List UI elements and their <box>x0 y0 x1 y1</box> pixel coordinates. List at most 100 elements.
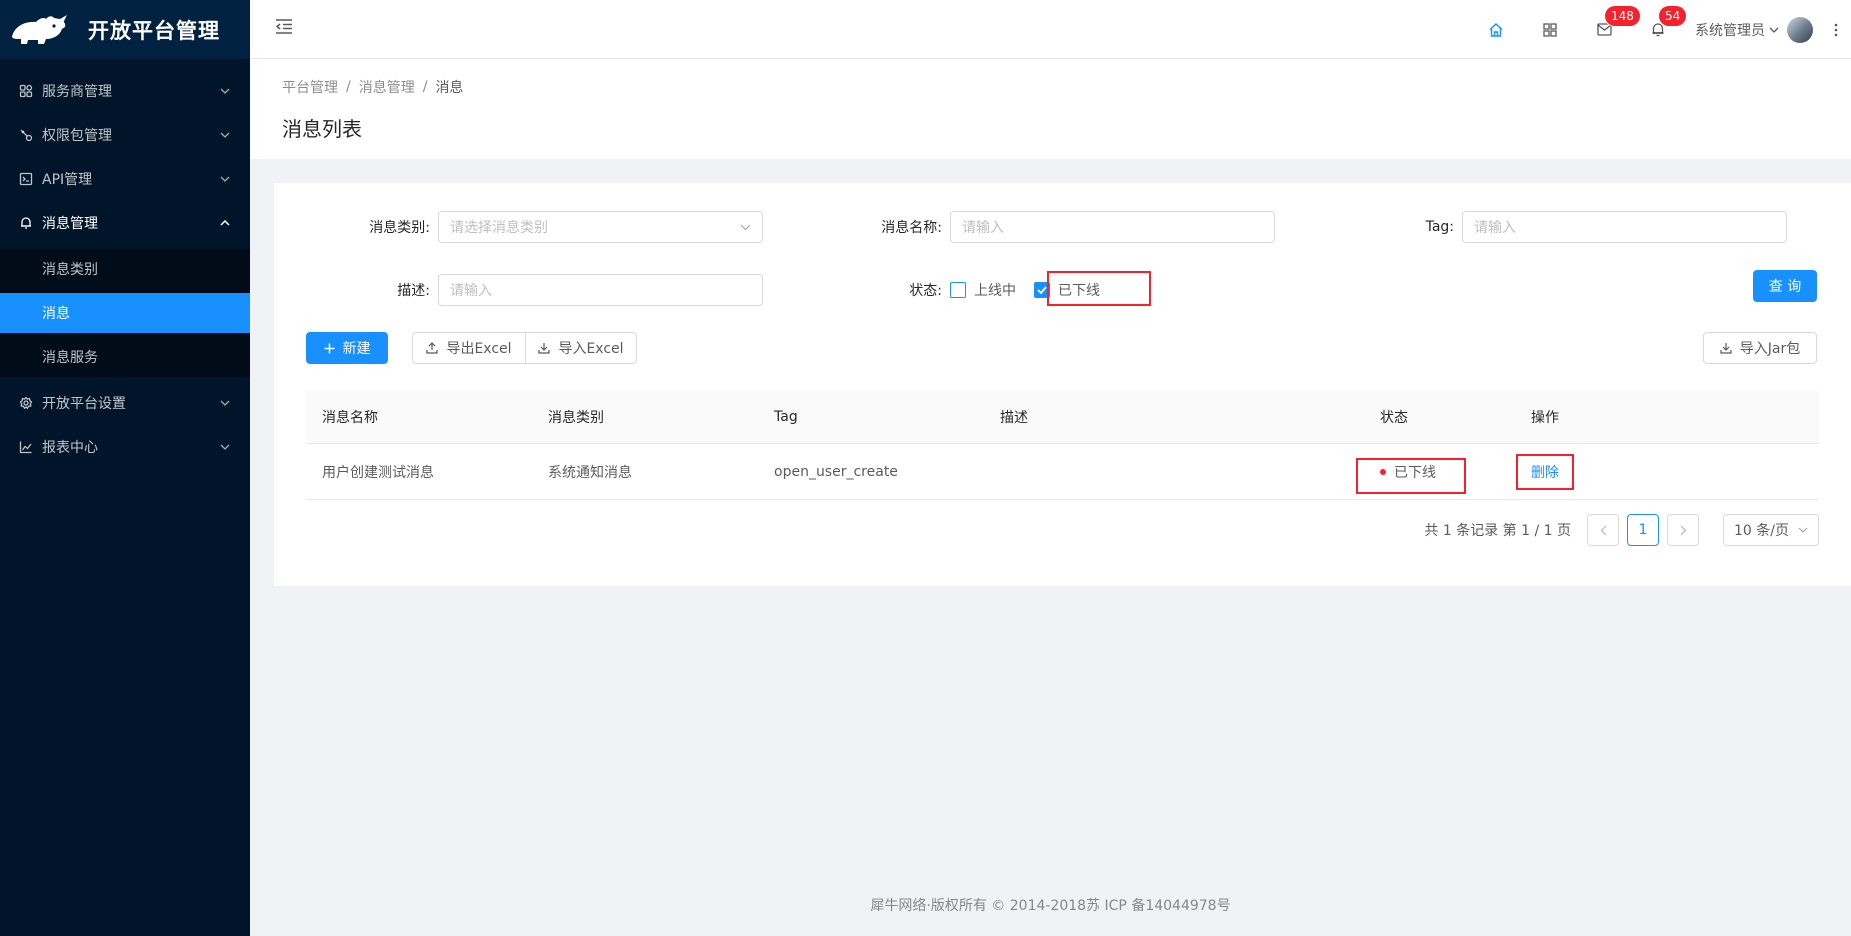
breadcrumb-item[interactable]: 平台管理 <box>282 77 338 97</box>
page-size-select[interactable]: 10 条/页 <box>1723 514 1819 546</box>
column-header: 描述 <box>1000 409 1028 426</box>
sidebar-item-message-service[interactable]: 消息服务 <box>0 337 250 377</box>
toolbar-left: 新建 导出Excel 导入Excel <box>306 332 637 364</box>
sidebar-item-partners[interactable]: 服务商管理 <box>0 69 250 113</box>
chevron-down-icon <box>220 174 230 184</box>
message-table: 消息名称 消息类别 Tag 描述 状态 操作 用户创建测试消息 系统通知消息 o… <box>306 390 1819 500</box>
chevron-down-icon <box>740 224 751 231</box>
category-select[interactable]: 请选择消息类别 <box>438 211 763 243</box>
status-label: 状态: <box>909 283 942 299</box>
chart-icon <box>18 439 34 455</box>
sidebar-item-label: 服务商管理 <box>42 84 112 100</box>
chevron-right-icon <box>1680 525 1686 535</box>
column-header: Tag <box>774 408 798 425</box>
sidebar-item-label: API管理 <box>42 172 93 188</box>
page-title: 消息列表 <box>282 117 362 141</box>
mail-icon <box>1596 23 1612 36</box>
sidebar-item-settings[interactable]: 开放平台设置 <box>0 381 250 425</box>
api-icon <box>18 171 34 187</box>
breadcrumb: 平台管理 / 消息管理 / 消息 <box>282 77 1819 97</box>
column-header: 操作 <box>1531 409 1559 426</box>
pagination: 共 1 条记录 第 1 / 1 页 1 10 条/页 <box>1424 514 1819 546</box>
notification-button[interactable]: 54 <box>1631 0 1687 59</box>
gear-icon <box>18 395 34 411</box>
pagination-total: 共 1 条记录 第 1 / 1 页 <box>1424 523 1571 539</box>
page-number[interactable]: 1 <box>1627 514 1659 546</box>
avatar[interactable] <box>1787 16 1813 43</box>
home-icon[interactable] <box>1469 0 1523 59</box>
sidebar-menu: 服务商管理 权限包管理 API管理 消息管理 消息类别 消息 消息服务 开放平台… <box>0 69 250 469</box>
menu-fold-icon[interactable] <box>274 16 294 36</box>
sidebar-item-message[interactable]: 消息 <box>0 293 250 333</box>
chevron-down-icon <box>220 86 230 96</box>
import-jar-button[interactable]: 导入Jar包 <box>1703 332 1817 364</box>
sidebar-item-permissions[interactable]: 权限包管理 <box>0 113 250 157</box>
header-actions: 148 54 系统管理员 <box>1469 0 1851 59</box>
sidebar-item-label: 消息管理 <box>42 216 98 232</box>
sidebar-item-message-category[interactable]: 消息类别 <box>0 249 250 289</box>
chevron-down-icon <box>220 130 230 140</box>
sidebar-item-messages[interactable]: 消息管理 <box>0 201 250 245</box>
mail-button[interactable]: 148 <box>1577 0 1640 59</box>
cell-category: 系统通知消息 <box>548 464 632 481</box>
query-row: 查 询 <box>1753 270 1817 302</box>
footer-copyright: 犀牛网络·版权所有 © 2014-2018苏 ICP 备14044978号 <box>870 898 1231 914</box>
download-icon <box>538 342 551 354</box>
next-page-button[interactable] <box>1667 514 1699 546</box>
tag-input[interactable]: 请输入 <box>1462 211 1787 243</box>
sidebar-item-label: 开放平台设置 <box>42 396 126 412</box>
category-placeholder: 请选择消息类别 <box>450 220 548 236</box>
top-header: 148 54 系统管理员 <box>250 0 1851 59</box>
breadcrumb-separator: / <box>422 79 428 95</box>
tag-label: Tag: <box>1425 219 1454 235</box>
export-excel-label: 导出Excel <box>446 341 512 357</box>
column-header: 消息名称 <box>322 409 378 426</box>
chevron-left-icon <box>1600 525 1606 535</box>
rhino-logo-icon <box>10 13 68 47</box>
page-header: 平台管理 / 消息管理 / 消息 消息列表 <box>250 59 1851 159</box>
desc-input[interactable]: 请输入 <box>438 274 763 306</box>
user-menu[interactable]: 系统管理员 <box>1695 16 1813 43</box>
column-header: 消息类别 <box>548 409 604 426</box>
user-name: 系统管理员 <box>1695 22 1765 39</box>
status-online-label[interactable]: 上线中 <box>974 280 1016 300</box>
status-online-checkbox[interactable] <box>950 282 966 298</box>
import-jar-label: 导入Jar包 <box>1739 341 1801 357</box>
tag-placeholder: 请输入 <box>1474 220 1516 236</box>
breadcrumb-separator: / <box>346 79 351 95</box>
export-excel-button[interactable]: 导出Excel <box>412 332 526 364</box>
table-row: 用户创建测试消息 系统通知消息 open_user_create 已下线 删除 <box>306 444 1819 500</box>
new-button[interactable]: 新建 <box>306 332 388 364</box>
category-label: 消息类别: <box>369 220 430 236</box>
desc-label: 描述: <box>397 283 430 299</box>
chevron-down-icon <box>1798 527 1808 533</box>
column-header: 状态 <box>1380 409 1408 426</box>
cell-name: 用户创建测试消息 <box>322 464 434 481</box>
sidebar-item-label: 权限包管理 <box>42 128 112 144</box>
page-size-value: 10 条/页 <box>1734 523 1789 539</box>
sidebar-item-reports[interactable]: 报表中心 <box>0 425 250 469</box>
import-excel-label: 导入Excel <box>558 341 624 357</box>
name-input[interactable]: 请输入 <box>950 211 1275 243</box>
content-card: 消息类别: 请选择消息类别 消息名称: 请输入 Tag: 请输入 描述: 请输入… <box>274 183 1851 586</box>
prev-page-button[interactable] <box>1587 514 1619 546</box>
chevron-up-icon <box>220 218 230 228</box>
import-excel-button[interactable]: 导入Excel <box>525 332 637 364</box>
breadcrumb-item: 消息 <box>435 80 464 96</box>
apps-grid-icon[interactable] <box>1523 0 1577 59</box>
new-button-label: 新建 <box>342 341 371 357</box>
sidebar-item-api[interactable]: API管理 <box>0 157 250 201</box>
download-icon <box>1720 342 1732 354</box>
app-logo[interactable]: 开放平台管理 <box>0 0 250 59</box>
filter-name: 消息名称: 请输入 <box>836 211 1275 243</box>
highlight-box <box>1356 458 1466 494</box>
toolbar-right: 导入Jar包 <box>1703 332 1817 364</box>
highlight-box <box>1516 454 1574 490</box>
more-vertical-icon[interactable] <box>1821 0 1851 59</box>
cell-tag: open_user_create <box>774 463 898 480</box>
breadcrumb-item[interactable]: 消息管理 <box>359 77 415 97</box>
query-button[interactable]: 查 询 <box>1753 270 1817 302</box>
name-placeholder: 请输入 <box>962 220 1004 236</box>
filter-tag: Tag: 请输入 <box>1348 211 1787 243</box>
name-label: 消息名称: <box>881 220 942 236</box>
